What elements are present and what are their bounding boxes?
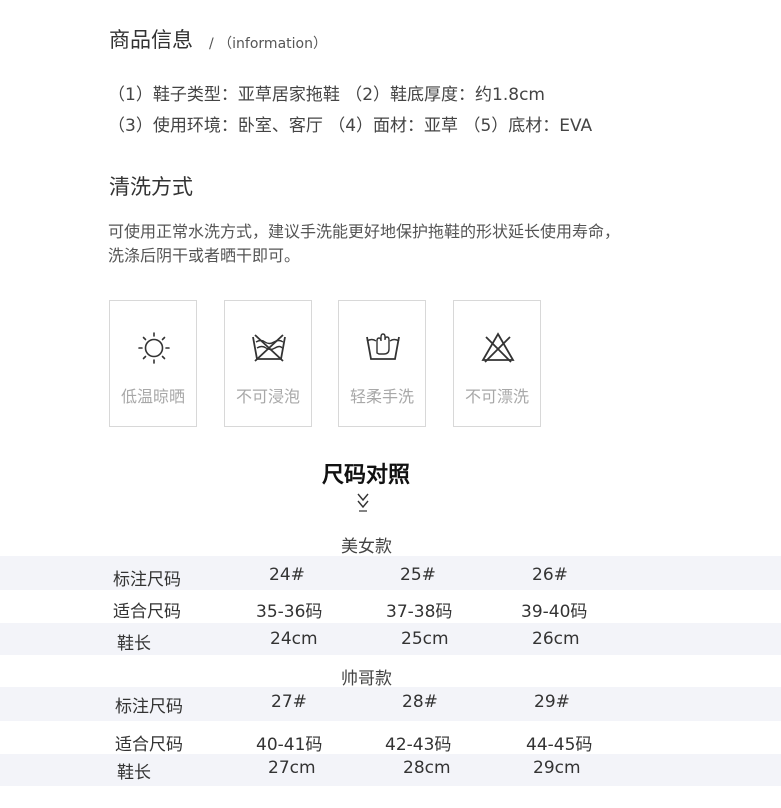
table-cell: 39-40码 [521, 602, 588, 622]
row-label-shoe-length: 鞋长 [117, 763, 151, 783]
wash-method-title: 清洗方式 [109, 175, 193, 199]
info-line-1: （1）鞋子类型：亚草居家拖鞋 （2）鞋底厚度：约1.8cm [108, 85, 545, 105]
group-label-men: 帅哥款 [341, 669, 392, 689]
product-info-subtitle: / （information） [209, 36, 327, 52]
no-soak-icon [252, 334, 286, 362]
row-label-fit-size: 适合尺码 [115, 735, 183, 755]
table-cell: 27cm [268, 758, 316, 778]
table-cell: 44-45码 [526, 735, 593, 755]
table-cell: 25# [400, 565, 436, 585]
hand-wash-icon [366, 333, 400, 360]
chevron-down-icon [357, 493, 369, 512]
table-cell: 24# [269, 565, 305, 585]
table-cell: 29# [534, 692, 570, 712]
care-label-no-bleach: 不可漂洗 [464, 387, 529, 406]
wash-desc-line-1: 可使用正常水洗方式，建议手洗能更好地保护拖鞋的形状延长使用寿命， [108, 222, 621, 241]
table-cell: 35-36码 [256, 602, 323, 622]
no-bleach-icon [481, 332, 515, 363]
row-label-marked-size: 标注尺码 [113, 570, 181, 590]
care-label-dry: 低温晾晒 [120, 387, 185, 406]
care-item-no-bleach: 不可漂洗 [453, 300, 541, 427]
care-label-hand-wash: 轻柔手洗 [349, 387, 414, 406]
table-cell: 27# [271, 692, 307, 712]
product-info-title: 商品信息 [109, 28, 193, 52]
row-label-shoe-length: 鞋长 [117, 634, 151, 654]
table-cell: 28# [402, 692, 438, 712]
table-cell: 24cm [270, 629, 318, 649]
table-cell: 26cm [532, 629, 580, 649]
care-item-hand-wash: 轻柔手洗 [338, 300, 426, 427]
row-label-marked-size: 标注尺码 [115, 697, 183, 717]
table-cell: 26# [532, 565, 568, 585]
wash-desc-line-2: 洗涤后阴干或者晒干即可。 [108, 246, 301, 265]
table-cell: 40-41码 [256, 735, 323, 755]
table-cell: 37-38码 [386, 602, 453, 622]
care-item-dry: 低温晾晒 [109, 300, 197, 427]
care-label-no-soak: 不可浸泡 [235, 387, 300, 406]
table-cell: 28cm [403, 758, 451, 778]
row-label-fit-size: 适合尺码 [113, 602, 181, 622]
info-line-2: （3）使用环境：卧室、客厅 （4）面材：亚草 （5）底材：EVA [108, 116, 593, 136]
sun-icon [138, 332, 170, 364]
size-chart-title: 尺码对照 [321, 462, 410, 488]
table-cell: 42-43码 [385, 735, 452, 755]
group-label-women: 美女款 [341, 537, 392, 557]
care-item-no-soak: 不可浸泡 [224, 300, 312, 427]
table-cell: 25cm [401, 629, 449, 649]
table-cell: 29cm [533, 758, 581, 778]
